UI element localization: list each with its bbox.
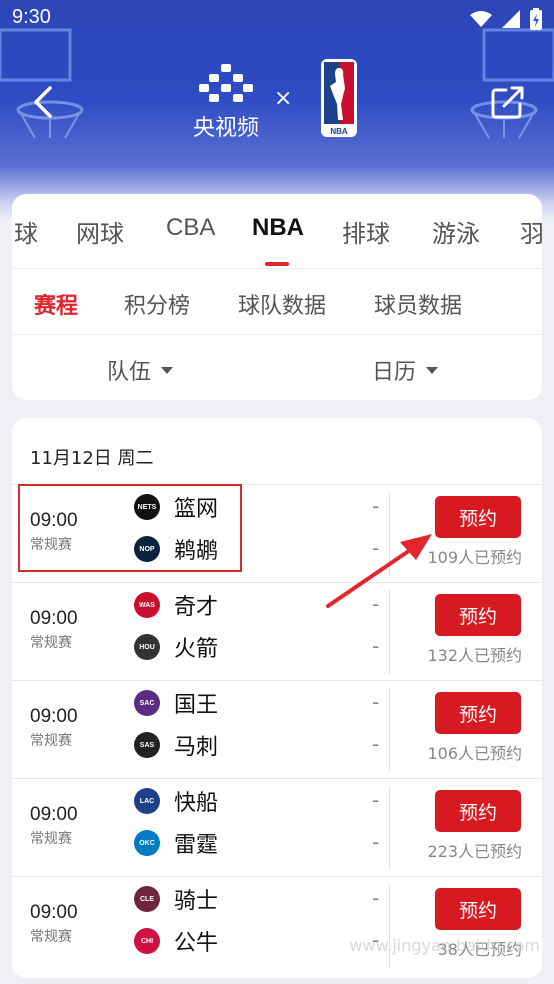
tab-volleyball[interactable]: 排球 xyxy=(342,214,390,249)
tab-tennis[interactable]: 网球 xyxy=(76,214,124,249)
status-bar: 9:30 xyxy=(0,0,554,40)
brand-name: 央视频 xyxy=(192,116,259,141)
team-name: 公牛 xyxy=(174,931,219,956)
divider xyxy=(389,688,390,772)
nba-logo-icon: NBA xyxy=(321,59,357,137)
match-type: 常规赛 xyxy=(30,733,72,749)
match-time: 09:00 xyxy=(30,804,78,825)
match-row[interactable]: 09:00 常规赛 SAC 国王 SAS 马刺 - - 预约 106人已预约 xyxy=(12,680,542,778)
brand: 央视频 xyxy=(186,62,266,142)
score-home: - xyxy=(372,494,380,518)
match-type: 常规赛 xyxy=(30,831,72,847)
tab-sport-partial-left[interactable]: 球 xyxy=(14,214,38,249)
calendar-filter[interactable]: 日历 xyxy=(372,354,439,386)
team-home[interactable]: CLE 骑士 xyxy=(134,884,218,914)
row-divider xyxy=(12,778,542,779)
back-arrow-icon[interactable] xyxy=(28,82,58,122)
team-logo-icon: HOU xyxy=(134,634,160,660)
active-tab-indicator xyxy=(265,262,289,266)
schedule-date: 11月12日 周二 xyxy=(30,448,154,469)
team-name: 国王 xyxy=(174,693,219,718)
match-time: 09:00 xyxy=(30,902,78,923)
match-type: 常规赛 xyxy=(30,929,72,945)
tab-nba[interactable]: NBA xyxy=(252,214,304,242)
reserve-button[interactable]: 预约 xyxy=(435,692,521,734)
battery-icon xyxy=(530,8,542,30)
team-name: 雷霆 xyxy=(174,833,219,858)
divider xyxy=(12,334,542,335)
signal-icon xyxy=(502,10,520,28)
team-logo-icon: SAS xyxy=(134,732,160,758)
match-time: 09:00 xyxy=(30,608,78,629)
score-home: - xyxy=(372,788,380,812)
subtab-player-stats[interactable]: 球员数据 xyxy=(374,288,462,320)
divider xyxy=(389,884,390,968)
divider xyxy=(389,786,390,870)
team-filter-label: 队伍 xyxy=(107,360,152,385)
navigation-card: 球 网球 CBA NBA 排球 游泳 羽 赛程 积分榜 球队数据 球员数据 队伍… xyxy=(12,194,542,400)
subtab-team-stats[interactable]: 球队数据 xyxy=(238,288,326,320)
team-logo-icon: LAC xyxy=(134,788,160,814)
score-away: - xyxy=(372,830,380,854)
share-icon[interactable] xyxy=(490,84,526,120)
annotation-highlight-box xyxy=(18,484,242,572)
reserve-button[interactable]: 预约 xyxy=(435,888,521,930)
team-home[interactable]: SAC 国王 xyxy=(134,688,218,718)
team-logo-icon: WAS xyxy=(134,592,160,618)
sport-tab-bar: 球 网球 CBA NBA 排球 游泳 羽 xyxy=(12,194,542,268)
tab-cba[interactable]: CBA xyxy=(166,214,215,242)
status-icons xyxy=(470,8,542,30)
match-time: 09:00 xyxy=(30,706,78,727)
team-away[interactable]: HOU 火箭 xyxy=(134,632,218,662)
chevron-down-icon xyxy=(426,366,439,374)
team-home[interactable]: WAS 奇才 xyxy=(134,590,218,620)
team-logo-icon: CLE xyxy=(134,886,160,912)
tab-badminton-partial[interactable]: 羽 xyxy=(520,214,542,249)
score-away: - xyxy=(372,732,380,756)
row-divider xyxy=(12,876,542,877)
reservation-count: 132人已预约 xyxy=(427,646,522,665)
reserve-button[interactable]: 预约 xyxy=(435,790,521,832)
team-home[interactable]: LAC 快船 xyxy=(134,786,218,816)
row-divider xyxy=(12,582,542,583)
reservation-count: 223人已预约 xyxy=(427,842,522,861)
match-type: 常规赛 xyxy=(30,635,72,651)
calendar-filter-label: 日历 xyxy=(372,360,417,385)
watermark: www.jingyan.baidu.com xyxy=(349,936,540,955)
reservation-count: 109人已预约 xyxy=(427,548,522,567)
status-time: 9:30 xyxy=(12,6,51,28)
team-name: 骑士 xyxy=(174,889,219,914)
team-away[interactable]: CHI 公牛 xyxy=(134,926,218,956)
score-home: - xyxy=(372,886,380,910)
score-away: - xyxy=(372,634,380,658)
tab-swimming[interactable]: 游泳 xyxy=(432,214,480,249)
match-row[interactable]: 09:00 常规赛 CLE 骑士 CHI 公牛 - - 预约 38人已预约 xyxy=(12,876,542,974)
score-home: - xyxy=(372,690,380,714)
team-logo-icon: CHI xyxy=(134,928,160,954)
wifi-icon xyxy=(470,11,492,27)
reserve-button[interactable]: 预约 xyxy=(435,496,521,538)
team-name: 马刺 xyxy=(174,735,219,760)
annotation-arrow-icon xyxy=(326,534,432,608)
reservation-count: 106人已预约 xyxy=(427,744,522,763)
divider xyxy=(12,268,542,269)
match-row[interactable]: 09:00 常规赛 WAS 奇才 HOU 火箭 - - 预约 132人已预约 xyxy=(12,582,542,680)
team-name: 火箭 xyxy=(174,637,219,662)
team-name: 奇才 xyxy=(174,595,219,620)
cctv-video-logo-icon xyxy=(199,64,253,102)
team-away[interactable]: OKC 雷霆 xyxy=(134,828,218,858)
subtab-schedule[interactable]: 赛程 xyxy=(34,288,78,320)
team-logo-icon: OKC xyxy=(134,830,160,856)
match-row[interactable]: 09:00 常规赛 LAC 快船 OKC 雷霆 - - 预约 223人已预约 xyxy=(12,778,542,876)
reserve-button[interactable]: 预约 xyxy=(435,594,521,636)
subtab-standings[interactable]: 积分榜 xyxy=(124,288,190,320)
team-filter[interactable]: 队伍 xyxy=(107,354,174,386)
team-name: 快船 xyxy=(174,791,219,816)
team-away[interactable]: SAS 马刺 xyxy=(134,730,218,760)
chevron-down-icon xyxy=(161,366,174,374)
row-divider xyxy=(12,680,542,681)
times-symbol: × xyxy=(274,86,293,111)
team-logo-icon: SAC xyxy=(134,690,160,716)
nba-logo-text: NBA xyxy=(330,127,348,136)
